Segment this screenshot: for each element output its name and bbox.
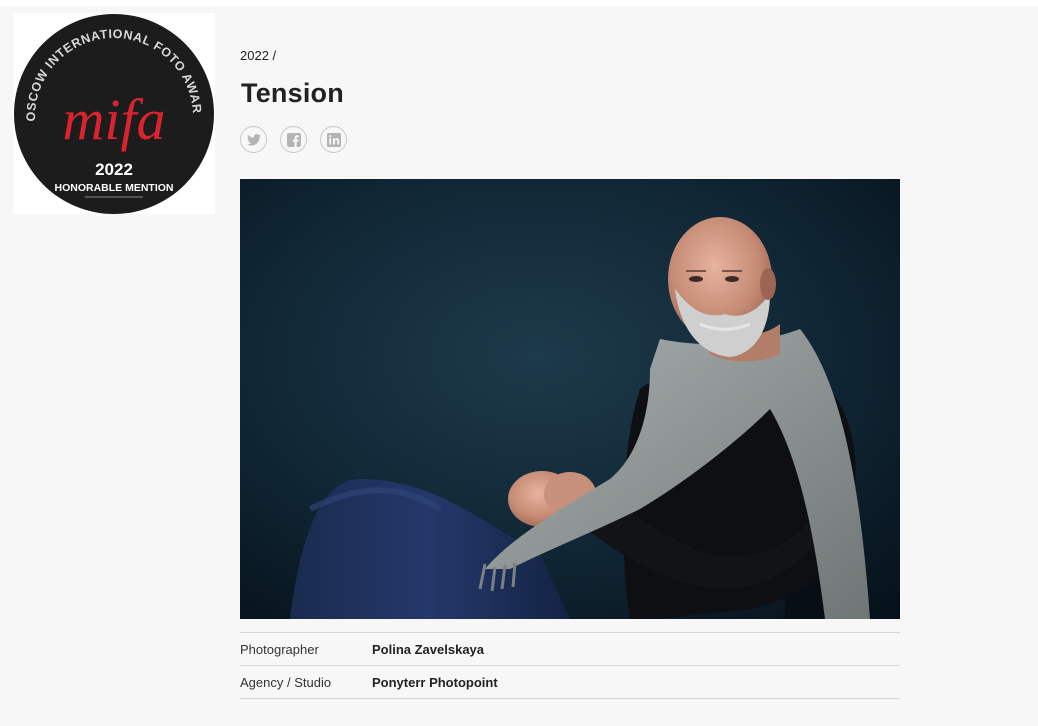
- info-label: Agency / Studio: [240, 674, 332, 690]
- info-row-agency: Agency / Studio Ponyterr Photopoint: [240, 666, 900, 699]
- info-label: Photographer: [240, 641, 319, 657]
- mifa-award-badge: MOSCOW INTERNATIONAL FOTO AWARDS mifa 20…: [13, 13, 215, 214]
- portrait-photo[interactable]: [240, 179, 900, 619]
- breadcrumb-year[interactable]: 2022: [240, 48, 269, 63]
- breadcrumb: 2022 /: [240, 48, 276, 63]
- agency-name[interactable]: Ponyterr Photopoint: [372, 675, 498, 690]
- twitter-icon: [246, 133, 261, 146]
- linkedin-icon: [326, 132, 341, 147]
- social-share: [240, 126, 347, 153]
- twitter-share-button[interactable]: [240, 126, 267, 153]
- badge-award: HONORABLE MENTION: [55, 182, 174, 194]
- entry-info-table: Photographer Polina Zavelskaya Agency / …: [240, 632, 900, 699]
- info-row-photographer: Photographer Polina Zavelskaya: [240, 633, 900, 666]
- page-title: Tension: [241, 78, 344, 108]
- linkedin-share-button[interactable]: [320, 126, 347, 153]
- facebook-share-button[interactable]: [280, 126, 307, 153]
- badge-year: 2022: [95, 160, 133, 179]
- page: MOSCOW INTERNATIONAL FOTO AWARDS mifa 20…: [0, 6, 1038, 726]
- photographer-name[interactable]: Polina Zavelskaya: [372, 642, 484, 657]
- breadcrumb-separator: /: [272, 48, 277, 63]
- facebook-icon: [286, 132, 301, 147]
- mifa-logo-text: mifa: [62, 87, 165, 152]
